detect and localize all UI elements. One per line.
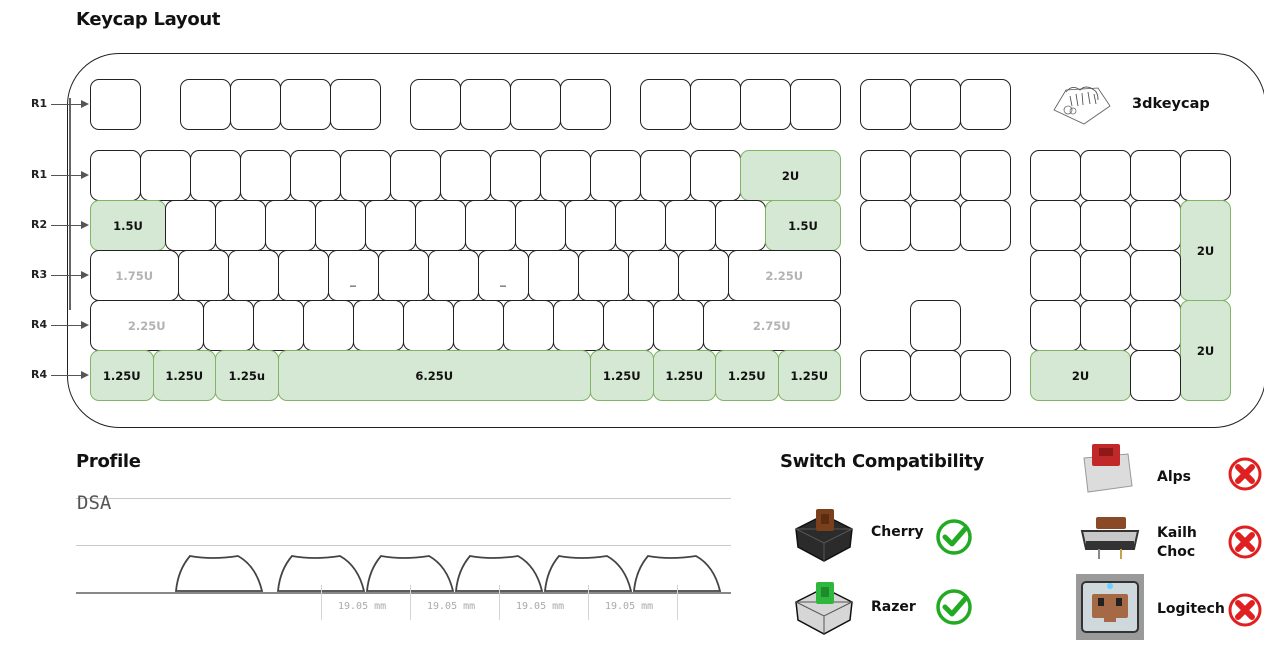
key: 1.5U	[765, 200, 841, 251]
key-label: 2.25U	[765, 268, 804, 283]
nav-key	[960, 350, 1011, 401]
numpad-key	[1080, 200, 1131, 251]
profile-keycaps	[175, 555, 722, 592]
numpad-key	[1080, 300, 1131, 351]
spacing-tick	[588, 585, 589, 620]
spacing-tick	[677, 585, 678, 620]
numpad-key	[1180, 150, 1231, 201]
switch-name-line: Kailh	[1157, 525, 1197, 541]
incompatible-x-icon	[1227, 524, 1263, 560]
spacing-tick	[499, 585, 500, 620]
nav-key	[860, 150, 911, 201]
switch-name: Cherry	[871, 524, 924, 540]
switch-razer-icon	[792, 578, 856, 642]
brand-name: 3dkeycap	[1132, 96, 1210, 112]
numpad-key	[1130, 350, 1181, 401]
numpad-key	[1030, 150, 1081, 201]
nav-key	[910, 200, 961, 251]
compatible-check-icon	[934, 587, 972, 625]
switch-compatibility-title: Switch Compatibility	[780, 451, 984, 472]
nav-key	[910, 350, 961, 401]
key	[790, 79, 841, 130]
spacing-tick	[410, 585, 411, 620]
switch-cherry-icon	[792, 505, 856, 569]
numpad-key	[1080, 150, 1131, 201]
numpad-key	[1030, 200, 1081, 251]
numpad-key: 2U	[1180, 300, 1231, 401]
switch-name: Alps	[1157, 469, 1191, 485]
incompatible-x-icon	[1227, 456, 1263, 492]
spacing-label: 19.05 mm	[338, 601, 387, 612]
keycap-logo-icon	[1048, 80, 1118, 130]
nav-key	[860, 200, 911, 251]
nav-key	[910, 300, 961, 351]
key-label: 2U	[1196, 243, 1215, 258]
key-label: 2U	[781, 168, 800, 183]
switch-name-line: Choc	[1157, 544, 1196, 560]
switch-name: Kailh Choc	[1157, 524, 1197, 562]
numpad-key	[1030, 300, 1081, 351]
numpad-key: 2U	[1030, 350, 1131, 401]
key-label: 2U	[1071, 368, 1090, 383]
spacing-tick	[321, 585, 322, 620]
numpad-key	[1130, 250, 1181, 301]
incompatible-x-icon	[1227, 592, 1263, 628]
nav-key	[960, 150, 1011, 201]
nav-key	[860, 350, 911, 401]
key: 1.25U	[777, 350, 841, 401]
numpad-key	[1030, 250, 1081, 301]
switch-name: Razer	[871, 599, 916, 615]
nav-key	[910, 150, 961, 201]
key-label: 1.5U	[788, 218, 818, 233]
switch-name: Logitech	[1157, 601, 1225, 617]
profile-keycap	[175, 555, 264, 592]
nav-key	[910, 79, 961, 130]
numpad-key	[1130, 300, 1181, 351]
key-label: 2U	[1196, 343, 1215, 358]
switch-kailh-choc-icon	[1078, 515, 1142, 565]
numpad-key: 2U	[1180, 200, 1231, 301]
numpad-key	[1080, 250, 1131, 301]
numpad-key	[1130, 200, 1181, 251]
key-label: 1.25U	[790, 368, 829, 383]
switch-logitech-icon	[1076, 574, 1144, 644]
nav-key	[960, 200, 1011, 251]
spacing-label: 19.05 mm	[605, 601, 654, 612]
nav-key	[860, 79, 911, 130]
spacing-label: 19.05 mm	[516, 601, 565, 612]
compatible-check-icon	[934, 517, 972, 555]
numpad-key	[1130, 150, 1181, 201]
nav-key	[960, 79, 1011, 130]
switch-alps-icon	[1080, 440, 1134, 498]
spacing-label: 19.05 mm	[427, 601, 476, 612]
